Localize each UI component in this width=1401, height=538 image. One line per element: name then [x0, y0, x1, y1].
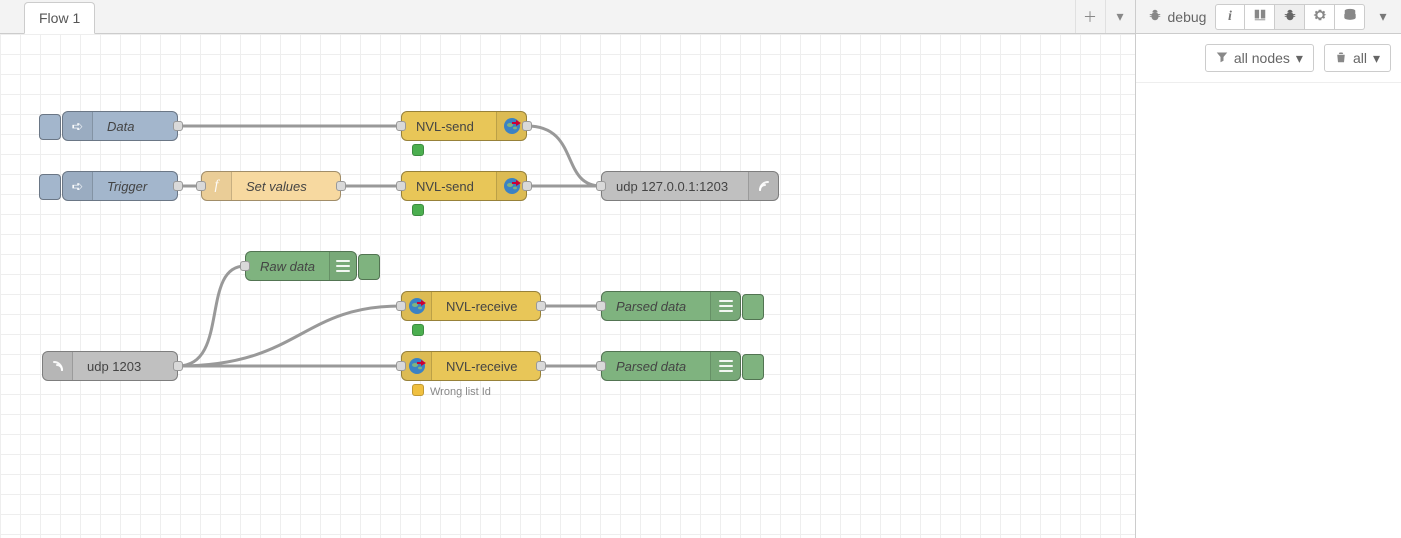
clear-label: all	[1353, 50, 1367, 66]
node-label: udp 127.0.0.1:1203	[602, 179, 748, 194]
debug-message-list[interactable]	[1136, 83, 1401, 538]
node-inject-trigger[interactable]: ➪ Trigger	[62, 171, 178, 201]
node-label: NVL-send	[402, 119, 496, 134]
node-debug-parsed-2[interactable]: Parsed data	[601, 351, 741, 381]
sidebar-tab-debug[interactable]	[1275, 4, 1305, 30]
node-label: NVL-receive	[432, 299, 540, 314]
database-icon	[1343, 8, 1357, 25]
input-port[interactable]	[396, 181, 406, 191]
status-indicator	[412, 144, 424, 156]
add-flow-button[interactable]: ＋	[1075, 0, 1105, 33]
input-port[interactable]	[396, 361, 406, 371]
sidebar-tab-context[interactable]	[1335, 4, 1365, 30]
input-port[interactable]	[396, 121, 406, 131]
status-indicator	[412, 384, 424, 396]
sidebar-title-label: debug	[1168, 9, 1207, 25]
debug-toggle-button[interactable]	[358, 254, 380, 280]
node-nvl-send-2[interactable]: NVL-send	[401, 171, 527, 201]
caret-down-icon: ▾	[1373, 50, 1380, 67]
wire-layer	[0, 34, 1135, 538]
output-port[interactable]	[173, 361, 183, 371]
node-function-set-values[interactable]: f Set values	[201, 171, 341, 201]
caret-down-icon: ▾	[1117, 8, 1124, 25]
gear-icon	[1313, 8, 1327, 25]
caret-down-icon: ▾	[1379, 8, 1386, 25]
network-icon	[402, 352, 432, 380]
node-label: Trigger	[93, 179, 177, 194]
sidebar: debug i	[1136, 0, 1401, 538]
output-port[interactable]	[336, 181, 346, 191]
node-debug-raw[interactable]: Raw data	[245, 251, 357, 281]
node-label: Raw data	[246, 259, 329, 274]
input-port[interactable]	[196, 181, 206, 191]
sidebar-tab-info[interactable]: i	[1215, 4, 1245, 30]
node-udp-in[interactable]: udp 1203	[42, 351, 178, 381]
workspace-canvas[interactable]: ➪ Data NVL-send ➪ Trigg	[0, 34, 1135, 538]
clear-debug-button[interactable]: all ▾	[1324, 44, 1391, 72]
inject-button[interactable]	[39, 174, 61, 200]
wifi-icon	[43, 352, 73, 380]
inject-button[interactable]	[39, 114, 61, 140]
node-nvl-send-1[interactable]: NVL-send	[401, 111, 527, 141]
inject-icon: ➪	[63, 172, 93, 200]
sidebar-header: debug i	[1136, 0, 1401, 34]
bug-icon	[1148, 8, 1162, 25]
node-label: Data	[93, 119, 177, 134]
info-icon: i	[1228, 9, 1232, 25]
node-label: Set values	[232, 179, 340, 194]
filter-icon	[1216, 50, 1228, 66]
node-label: Parsed data	[602, 359, 710, 374]
network-icon	[402, 292, 432, 320]
plus-icon: ＋	[1083, 7, 1097, 27]
debug-toolbar: all nodes ▾ all ▾	[1136, 34, 1401, 83]
output-port[interactable]	[536, 361, 546, 371]
debug-icon	[710, 352, 740, 380]
sidebar-menu-button[interactable]: ▾	[1371, 4, 1395, 30]
debug-icon	[329, 252, 356, 280]
workspace-scroll[interactable]: ➪ Data NVL-send ➪ Trigg	[0, 34, 1135, 538]
node-udp-out[interactable]: udp 127.0.0.1:1203	[601, 171, 779, 201]
input-port[interactable]	[240, 261, 250, 271]
filter-nodes-button[interactable]: all nodes ▾	[1205, 44, 1314, 72]
debug-icon	[710, 292, 740, 320]
flow-editor: Flow 1 ＋ ▾	[0, 0, 1136, 538]
inject-icon: ➪	[63, 112, 93, 140]
node-label: NVL-send	[402, 179, 496, 194]
node-label: Parsed data	[602, 299, 710, 314]
tab-label: Flow 1	[39, 10, 80, 26]
output-port[interactable]	[173, 121, 183, 131]
node-label: NVL-receive	[432, 359, 540, 374]
input-port[interactable]	[596, 361, 606, 371]
tab-active[interactable]: Flow 1	[24, 2, 95, 34]
node-nvl-receive-1[interactable]: NVL-receive	[401, 291, 541, 321]
node-debug-parsed-1[interactable]: Parsed data	[601, 291, 741, 321]
sidebar-tab-config[interactable]	[1305, 4, 1335, 30]
sidebar-tab-help[interactable]	[1245, 4, 1275, 30]
filter-label: all nodes	[1234, 50, 1290, 66]
caret-down-icon: ▾	[1296, 50, 1303, 67]
sidebar-title: debug	[1142, 8, 1213, 25]
debug-toggle-button[interactable]	[742, 294, 764, 320]
output-port[interactable]	[536, 301, 546, 311]
status-indicator	[412, 204, 424, 216]
status-text: Wrong list Id	[430, 386, 491, 398]
tab-bar: Flow 1 ＋ ▾	[0, 0, 1135, 34]
node-label: udp 1203	[73, 359, 177, 374]
output-port[interactable]	[173, 181, 183, 191]
input-port[interactable]	[396, 301, 406, 311]
bug-icon	[1283, 8, 1297, 25]
output-port[interactable]	[522, 181, 532, 191]
input-port[interactable]	[596, 301, 606, 311]
debug-toggle-button[interactable]	[742, 354, 764, 380]
status-indicator	[412, 324, 424, 336]
list-flows-button[interactable]: ▾	[1105, 0, 1135, 33]
wifi-icon	[748, 172, 778, 200]
function-icon: f	[202, 172, 232, 200]
input-port[interactable]	[596, 181, 606, 191]
node-nvl-receive-2[interactable]: NVL-receive Wrong list Id	[401, 351, 541, 381]
trash-icon	[1335, 50, 1347, 66]
output-port[interactable]	[522, 121, 532, 131]
node-inject-data[interactable]: ➪ Data	[62, 111, 178, 141]
book-icon	[1253, 8, 1267, 25]
